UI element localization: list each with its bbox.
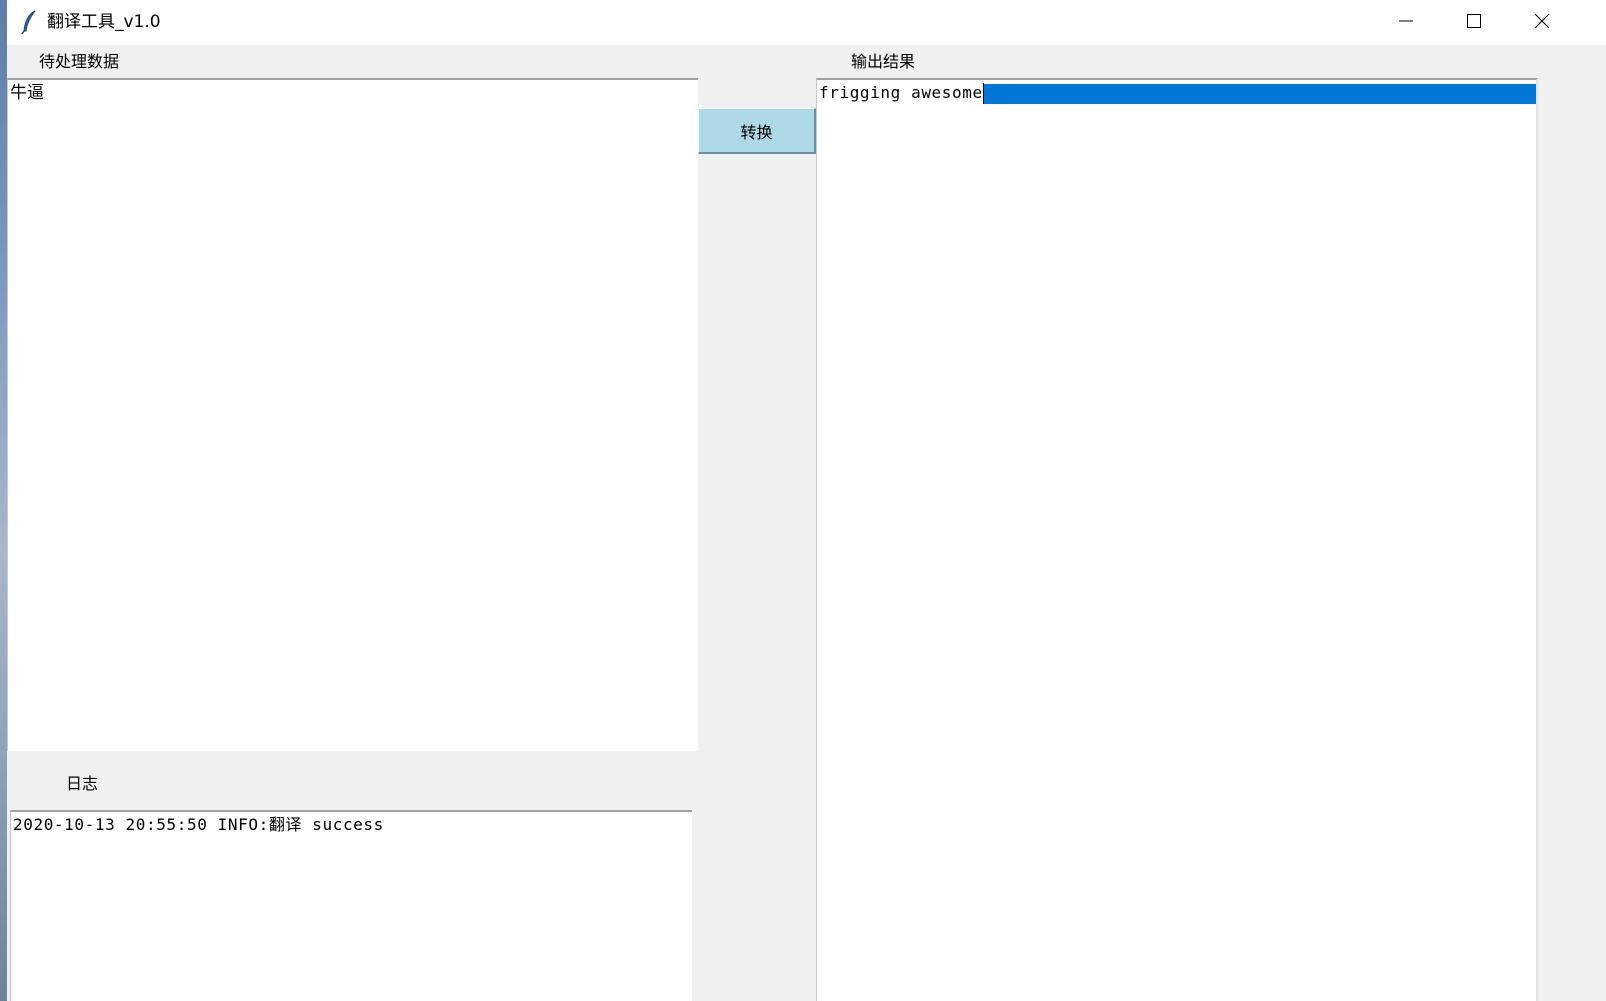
app-window: 翻译工具_v1.0 待处理数据 输出结果 牛逼 转换 frigging awes… (7, 0, 1606, 1001)
text-caret (983, 83, 984, 104)
log-textarea[interactable]: 2020-10-13 20:55:50 INFO:翻译 success (10, 810, 692, 1001)
window-title: 翻译工具_v1.0 (47, 12, 161, 32)
log-line: 2020-10-13 20:55:50 INFO:翻译 success (13, 815, 384, 834)
input-panel-label: 待处理数据 (39, 52, 120, 71)
log-panel-label: 日志 (66, 774, 99, 793)
close-button[interactable] (1508, 0, 1576, 45)
maximize-button[interactable] (1440, 0, 1508, 45)
close-icon (1534, 13, 1550, 33)
feather-icon (19, 9, 41, 35)
output-panel-label: 输出结果 (851, 52, 916, 71)
input-textarea[interactable]: 牛逼 (7, 78, 698, 751)
input-text: 牛逼 (10, 83, 44, 103)
output-textarea[interactable]: frigging awesome (816, 78, 1538, 1001)
convert-button[interactable]: 转换 (698, 108, 816, 154)
desktop-background-strip (0, 0, 7, 1001)
title-bar[interactable]: 翻译工具_v1.0 (7, 0, 1606, 45)
text-selection-highlight (984, 84, 1536, 104)
minimize-icon (1398, 13, 1414, 33)
maximize-icon (1466, 13, 1482, 33)
minimize-button[interactable] (1372, 0, 1440, 45)
output-text: frigging awesome (819, 83, 983, 102)
